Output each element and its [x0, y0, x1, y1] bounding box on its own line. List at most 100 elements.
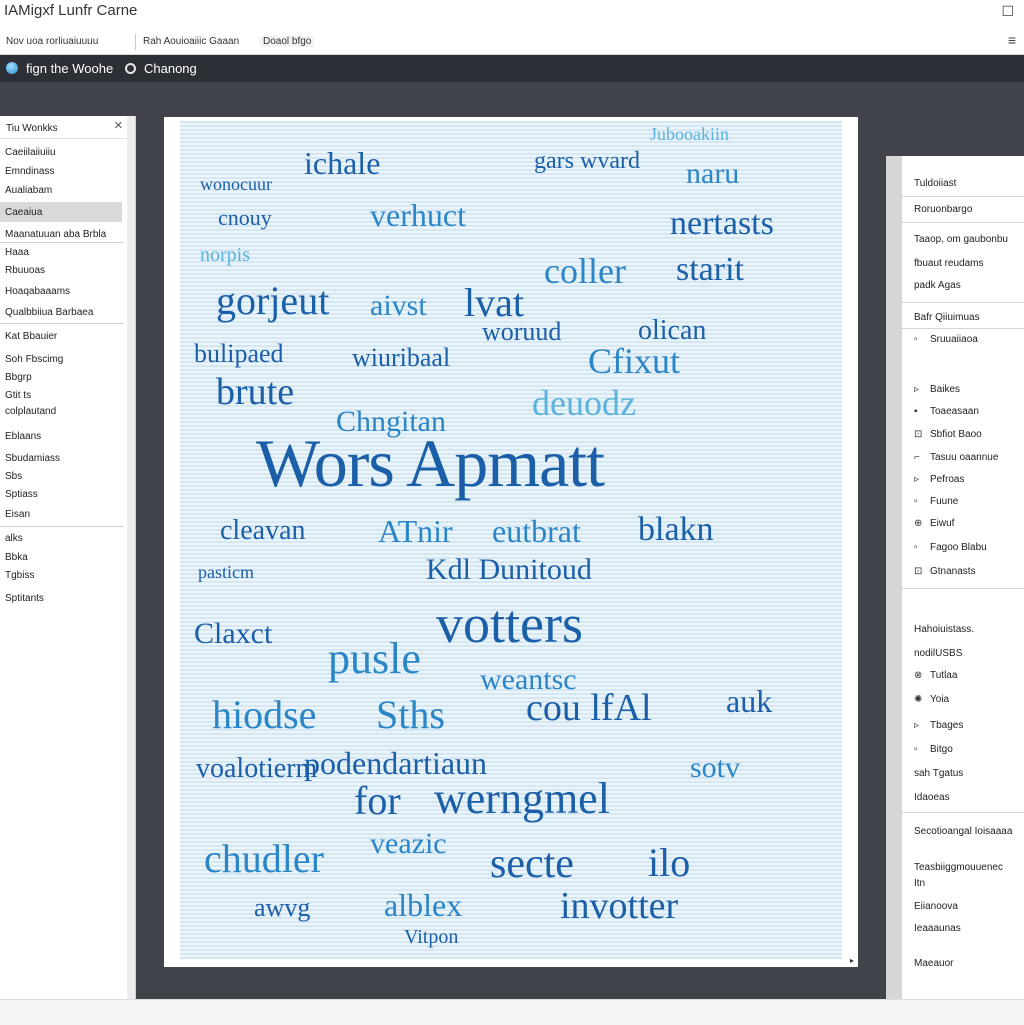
right-panel-item[interactable]: Roruonbargo [914, 204, 972, 215]
list-item-selected[interactable]: Caeaiua [0, 202, 122, 222]
cloud-word: pusle [328, 634, 421, 683]
list-item[interactable]: Aualiabam [5, 185, 52, 196]
menu-icon[interactable]: ≡ [1008, 32, 1016, 48]
cloud-word: sotv [690, 751, 741, 784]
list-item[interactable]: Sptitants [5, 593, 44, 604]
close-icon[interactable]: ☐ [1001, 3, 1014, 20]
toolbar-item-3[interactable]: Doaol bfgo [260, 36, 315, 47]
right-panel-item[interactable]: ⊕ Eiwuf [914, 518, 954, 529]
cloud-word: secte [490, 841, 574, 887]
list-item[interactable]: colplautand [5, 406, 56, 417]
gear-icon: ✺ [914, 694, 923, 705]
cloud-word: voalotierm [196, 753, 318, 784]
toolbar-item-1[interactable]: Nov uoa rorliuaiuuuu [6, 36, 98, 47]
right-panel-item[interactable]: Idaoeas [914, 792, 950, 803]
right-panel-item[interactable]: Eiianoova [914, 901, 958, 912]
right-panel-item[interactable]: Hahoiuistass. [914, 624, 974, 635]
list-item[interactable]: Sbs [5, 471, 22, 482]
cloud-word: Vitpon [404, 926, 459, 948]
cloud-word: Cfixut [588, 341, 681, 381]
right-panel-item[interactable]: ▹ Tbages [914, 720, 963, 731]
cloud-word: ichale [304, 145, 381, 181]
divider [902, 812, 1024, 813]
right-panel-item[interactable]: ✺ Yoia [914, 694, 949, 705]
right-panel-item[interactable]: ⊗ Tutlaa [914, 670, 957, 681]
divider [0, 323, 124, 324]
cloud-word-headline: Wors Apmatt [256, 425, 605, 501]
globe-icon [6, 62, 18, 74]
list-item[interactable]: Kat Bbauier [5, 331, 57, 342]
frame-icon: ⊡ [914, 566, 923, 577]
list-item[interactable]: Maanatuuan aba Brbla [5, 229, 106, 240]
left-panel-header: Tiu Wonkks ✕ [0, 116, 127, 139]
window-title: IAMigxf Lunfr Carne [4, 2, 138, 19]
right-panel-item[interactable]: ⊡ Sbfiot Baoo [914, 429, 982, 440]
right-panel-item[interactable]: ▫ Fuune [914, 496, 958, 507]
list-item[interactable]: Tgbiss [5, 570, 34, 581]
right-panel-item[interactable]: ▹ Pefroas [914, 474, 964, 485]
status-bar [0, 999, 1024, 1025]
right-panel-item[interactable]: ▫ Bitgo [914, 744, 953, 755]
right-panel-item[interactable]: Secotioangal Ioisaaaa [914, 826, 1012, 837]
right-panel-item[interactable]: Maeauor [914, 958, 953, 969]
cloud-word: cou lfAl [526, 687, 652, 729]
list-item[interactable]: Sbudamiass [5, 453, 60, 464]
right-panel-item[interactable]: sah Tgatus [914, 768, 963, 779]
toolbar-separator [135, 34, 136, 50]
left-panel-scrollbar[interactable] [127, 116, 135, 999]
right-panel-item[interactable]: ▫ Sruuaiiaoa [914, 334, 978, 345]
document-canvas[interactable]: ichale gars wvard naru Jubooakiin wonocu… [164, 117, 858, 967]
right-panel-item[interactable]: nodilUSBS [914, 648, 962, 659]
item-icon: ▫ [914, 496, 918, 507]
list-item[interactable]: Bbka [5, 552, 28, 563]
list-item[interactable]: Caeiilaiiuiiu [5, 147, 56, 158]
list-item[interactable]: Bbgrp [5, 372, 32, 383]
cloud-word: alblex [384, 887, 463, 923]
tab-first[interactable]: fign the Woohe [6, 61, 113, 76]
right-panel-item[interactable]: Itn [914, 878, 925, 889]
cloud-word: cnouy [218, 205, 272, 230]
right-panel-item[interactable]: Teasbiiggmouuenec [914, 862, 1003, 873]
right-panel-item[interactable]: Ieaaaunas [914, 923, 961, 934]
add-icon: ⊕ [914, 518, 923, 529]
title-bar: IAMigxf Lunfr Carne ☐ [0, 0, 1024, 30]
list-item[interactable]: Sptiass [5, 489, 38, 500]
cloud-word: bulipaed [194, 339, 284, 368]
list-item[interactable]: Gtit ts [5, 390, 31, 401]
list-item[interactable]: Eisan [5, 509, 30, 520]
right-panel-item[interactable]: fbuaut reudams [914, 258, 984, 269]
right-panel-item-label: Fagoo Blabu [930, 542, 987, 553]
browser-icon [125, 63, 136, 74]
right-panel-item[interactable]: ⌐ Tasuu oaannue [914, 452, 998, 463]
tool-icon: ⌐ [914, 452, 920, 463]
list-item[interactable]: Haaa [5, 247, 29, 258]
right-panel-item[interactable]: Taaop, om gaubonbu [914, 234, 1008, 245]
right-panel-item-label: Fuune [930, 496, 959, 507]
right-panel-item[interactable]: ▹ Baikes [914, 384, 960, 395]
toolbar-item-2[interactable]: Rah Aouioaiiic Gaaan [143, 36, 239, 47]
right-panel-item[interactable]: ⊡ Gtnanasts [914, 566, 976, 577]
tab-second[interactable]: Chanong [125, 61, 197, 76]
cloud-word: brute [216, 371, 295, 413]
list-item[interactable]: Emndinass [5, 166, 54, 177]
cloud-word: naru [686, 157, 740, 190]
list-item[interactable]: Hoaqabaaams [5, 286, 70, 297]
cloud-word: deuodz [532, 383, 636, 423]
right-panel-item-label: Eiwuf [930, 518, 955, 529]
list-item[interactable]: Rbuuoas [5, 265, 45, 276]
right-panel: Tuldoiiast Roruonbargo Taaop, om gaubonb… [902, 156, 1024, 999]
right-panel-edge [886, 156, 902, 999]
right-panel-item[interactable]: ▫ Fagoo Blabu [914, 542, 987, 553]
resize-handle-icon[interactable]: ▸ [850, 956, 854, 965]
list-item[interactable]: Eblaans [5, 431, 41, 442]
right-panel-item[interactable]: ▪ Toaeasaan [914, 406, 979, 417]
right-panel-item[interactable]: Tuldoiiast [914, 178, 956, 189]
list-item[interactable]: alks [5, 533, 23, 544]
right-panel-item[interactable]: Bafr Qiiuimuas [914, 312, 980, 323]
right-panel-item[interactable]: padk Agas [914, 280, 961, 291]
list-item[interactable]: Qualbbiiua Barbaea [5, 307, 93, 318]
cloud-word: hiodse [212, 692, 317, 737]
list-item[interactable]: Soh Fbscimg [5, 354, 63, 365]
right-panel-item-label: Sruuaiiaoa [930, 334, 978, 345]
close-icon[interactable]: ✕ [114, 119, 123, 132]
